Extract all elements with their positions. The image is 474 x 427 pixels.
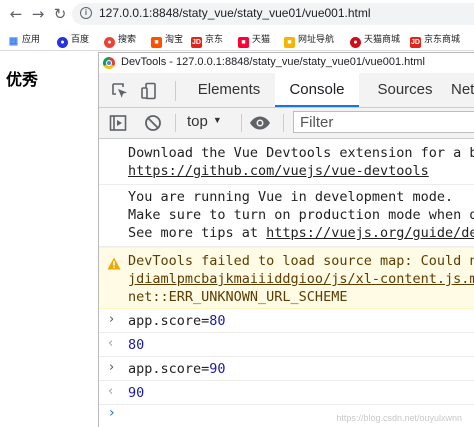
vue-guide-link[interactable]: https://vuejs.org/guide/deployment.html	[266, 225, 474, 241]
input-number: 80	[209, 313, 226, 329]
warning-icon	[107, 257, 121, 270]
bookmark-jd-mall[interactable]: JD 京东商城	[410, 32, 460, 48]
console-input-row: › app.score=90	[99, 357, 474, 381]
clear-console-icon[interactable]	[144, 114, 162, 132]
input-number: 90	[209, 361, 226, 377]
jd-mall-icon: JD	[410, 37, 421, 48]
search-engine-icon: ●	[104, 37, 115, 48]
back-arrow-icon[interactable]: ←	[6, 4, 26, 24]
console-result-row: ‹ 80	[99, 333, 474, 357]
chevron-left-icon: ‹	[108, 336, 114, 351]
device-toolbar-icon[interactable]	[141, 82, 159, 100]
tab-separator	[175, 81, 176, 101]
console-message-devtools: Download the Vue Devtools extension for …	[99, 139, 474, 185]
warning-text: DevTools failed to load source map: Coul…	[128, 253, 474, 269]
warning-error-code: net::ERR_UNKNOWN_URL_SCHEME	[128, 289, 348, 305]
devtools-tabbar: Elements Console Sources Network	[99, 73, 474, 108]
chrome-icon	[103, 57, 115, 69]
console-filter-input[interactable]	[293, 111, 474, 133]
tmall-mall-icon: ●	[350, 37, 361, 48]
toolbar-separator	[241, 114, 242, 132]
context-selector[interactable]: top ▼	[187, 113, 222, 130]
page-heading: 优秀	[6, 72, 39, 89]
nav-icon: ■	[284, 37, 295, 48]
bookmark-nav[interactable]: ■ 网址导航	[284, 32, 334, 48]
console-input-row: › app.score=80	[99, 309, 474, 333]
chevron-left-icon: ‹	[108, 384, 114, 399]
browser-address-row: ← → ↻ i 127.0.0.1:8848/staty_vue/staty_v…	[0, 0, 474, 28]
inspect-element-icon[interactable]	[111, 82, 129, 100]
console-input-text: app.score=80	[128, 313, 226, 329]
tab-console[interactable]: Console	[275, 73, 359, 107]
address-url[interactable]: 127.0.0.1:8848/staty_vue/staty_vue01/vue…	[99, 6, 371, 20]
devtools-title: DevTools - 127.0.0.1:8848/staty_vue/stat…	[121, 56, 425, 68]
toolbar-separator	[175, 114, 176, 132]
console-message-devmode: You are running Vue in development mode.…	[99, 185, 474, 247]
jd-icon: JD	[191, 37, 202, 48]
context-value: top	[187, 113, 208, 130]
input-expression: app.score=	[128, 361, 210, 377]
watermark: https://blog.csdn.net/ouyulxwnn	[336, 413, 462, 423]
console-text-line: See more tips at https://vuejs.org/guide…	[128, 225, 474, 241]
result-value: 90	[128, 385, 145, 401]
baidu-icon: ●	[57, 37, 68, 48]
show-sidebar-icon[interactable]	[109, 114, 127, 132]
devtools-titlebar: DevTools - 127.0.0.1:8848/staty_vue/stat…	[99, 53, 474, 73]
tab-elements[interactable]: Elements	[187, 73, 271, 107]
toolbar-separator	[283, 114, 284, 132]
bookmarks-bar: ▦ 应用 ● 百度 ● 搜索 ■ 淘宝 JD 京东 ■ 天猫 ■ 网址导航 ● 天猫商城 JD 京…	[0, 28, 474, 51]
dropdown-triangle-icon: ▼	[212, 115, 222, 125]
live-expression-eye-icon[interactable]	[249, 115, 271, 131]
console-result-row: ‹ 90	[99, 381, 474, 405]
address-bar[interactable]: i 127.0.0.1:8848/staty_vue/staty_vue01/v…	[72, 3, 474, 25]
chevron-right-icon: ›	[109, 360, 115, 375]
devtools-window: DevTools - 127.0.0.1:8848/staty_vue/stat…	[98, 52, 474, 427]
console-output: Download the Vue Devtools extension for …	[99, 139, 474, 427]
site-info-icon[interactable]: i	[80, 7, 92, 19]
vue-devtools-link[interactable]: https://github.com/vuejs/vue-devtools	[128, 163, 429, 179]
console-toolbar: top ▼	[99, 108, 474, 139]
chevron-right-icon: ›	[109, 312, 115, 327]
tab-network[interactable]: Network	[451, 73, 474, 107]
console-prompt-icon[interactable]: ›	[109, 405, 115, 421]
input-expression: app.score=	[128, 313, 210, 329]
console-text: Download the Vue Devtools extension for …	[128, 145, 474, 161]
console-text: You are running Vue in development mode.	[128, 189, 454, 205]
apps-grid-icon: ▦	[8, 36, 19, 47]
result-value: 80	[128, 337, 145, 353]
console-text: See more tips at	[128, 225, 267, 241]
tmall-icon: ■	[238, 37, 249, 48]
bookmark-jd[interactable]: JD 京东	[191, 32, 223, 48]
bookmark-tmall-mall[interactable]: ● 天猫商城	[350, 32, 400, 48]
tab-sources[interactable]: Sources	[363, 73, 447, 107]
bookmark-tmall[interactable]: ■ 天猫	[238, 32, 270, 48]
bookmark-baidu[interactable]: ● 百度	[57, 32, 89, 48]
forward-arrow-icon[interactable]: →	[28, 4, 48, 24]
reload-icon[interactable]: ↻	[50, 4, 70, 24]
console-input-text: app.score=90	[128, 361, 226, 377]
bookmark-search[interactable]: ● 搜索	[104, 32, 136, 48]
bookmark-taobao[interactable]: ■ 淘宝	[151, 32, 183, 48]
console-warning: DevTools failed to load source map: Coul…	[99, 247, 474, 309]
taobao-icon: ■	[151, 37, 162, 48]
console-text: Make sure to turn on production mode whe…	[128, 207, 474, 223]
bookmark-apps[interactable]: ▦ 应用	[8, 32, 40, 47]
warning-source-link[interactable]: jdiamlpmcbajkmaiiiddgioo/js/xl-content.j…	[128, 271, 474, 287]
